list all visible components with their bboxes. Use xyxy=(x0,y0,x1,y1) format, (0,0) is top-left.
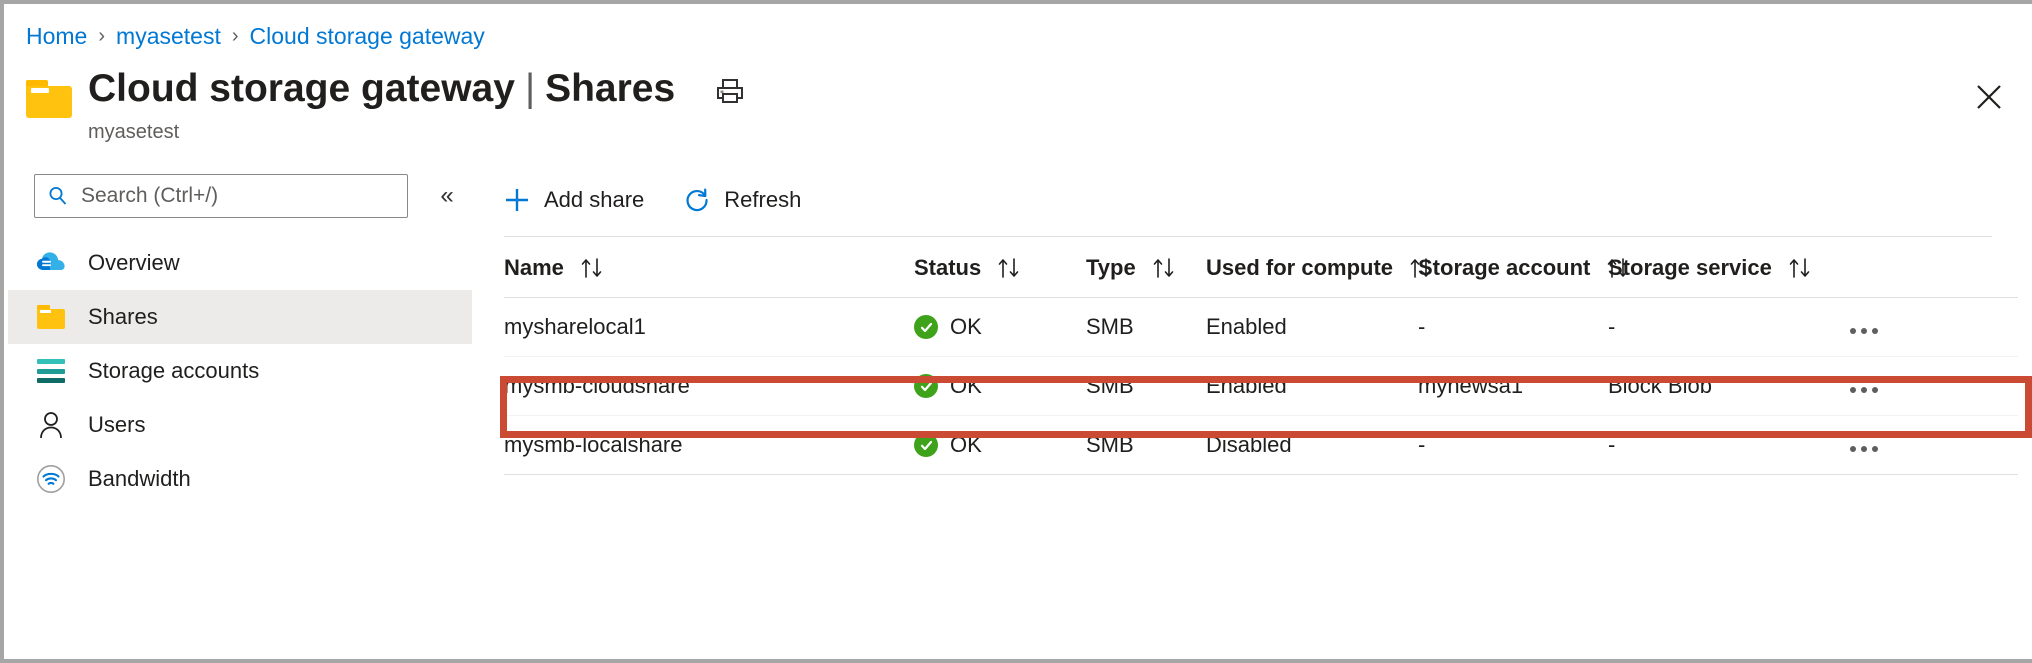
column-label: Type xyxy=(1086,255,1136,280)
cell-name[interactable]: mysmb-cloudshare xyxy=(504,356,914,416)
table-row[interactable]: mysmb-localshare OK SMB Disabled - - xyxy=(504,415,2018,475)
blade-title-area: Cloud storage gateway | Shares myasetest xyxy=(26,66,745,144)
table-row[interactable]: mysmb-cloudshare OK SMB Enabled mynewsa1… xyxy=(504,356,2018,416)
sort-arrows-icon[interactable] xyxy=(580,257,606,279)
cell-type: SMB xyxy=(1086,415,1206,475)
table-header-row: Name Status Type Used for compute Storag… xyxy=(504,237,2018,298)
cell-storage-account: - xyxy=(1418,415,1608,475)
breadcrumb-separator: › xyxy=(98,25,106,47)
refresh-button[interactable]: Refresh xyxy=(684,178,815,222)
column-header-actions xyxy=(1848,237,2018,298)
page-title-resource: Cloud storage gateway xyxy=(88,67,515,110)
check-circle-icon xyxy=(914,433,938,457)
plus-icon xyxy=(504,187,530,213)
status-label: OK xyxy=(950,432,982,457)
blade-content: Add share Refresh Name Status Type Used … xyxy=(504,174,2032,655)
search-box[interactable] xyxy=(34,174,408,218)
search-input[interactable] xyxy=(79,183,383,209)
column-header-storage-service[interactable]: Storage service xyxy=(1608,237,1848,298)
folder-icon xyxy=(26,80,72,118)
table-row[interactable]: mysharelocal1 OK SMB Enabled - - xyxy=(504,297,2018,357)
cell-type: SMB xyxy=(1086,297,1206,357)
cell-storage-account: mynewsa1 xyxy=(1418,356,1608,416)
search-icon xyxy=(47,185,69,207)
column-header-type[interactable]: Type xyxy=(1086,237,1206,298)
sidebar-item-overview[interactable]: Overview xyxy=(8,236,472,290)
status-label: OK xyxy=(950,314,982,339)
cell-status: OK xyxy=(914,356,1086,416)
column-header-used-for-compute[interactable]: Used for compute xyxy=(1206,237,1431,298)
sidebar-item-shares[interactable]: Shares xyxy=(8,290,472,344)
cell-type: SMB xyxy=(1086,356,1206,416)
bandwidth-icon xyxy=(34,464,68,494)
check-circle-icon xyxy=(914,315,938,339)
folder-icon xyxy=(34,302,68,332)
sort-arrows-icon[interactable] xyxy=(1152,257,1178,279)
sidebar-item-users[interactable]: Users xyxy=(8,398,472,452)
cell-storage-account: - xyxy=(1418,297,1608,357)
cell-storage-service: - xyxy=(1608,297,1848,357)
breadcrumb-item-myasetest[interactable]: myasetest xyxy=(116,22,221,50)
blade-sidebar: « Overview Shares xyxy=(8,174,472,655)
ellipsis-icon[interactable] xyxy=(1848,381,1880,399)
column-label: Storage service xyxy=(1608,255,1772,280)
sidebar-item-bandwidth[interactable]: Bandwidth xyxy=(8,452,472,506)
add-share-button[interactable]: Add share xyxy=(504,178,658,222)
status-label: OK xyxy=(950,373,982,398)
breadcrumb-separator: › xyxy=(231,25,239,47)
sort-arrows-icon[interactable] xyxy=(997,257,1023,279)
cell-used-for-compute: Disabled xyxy=(1206,415,1418,475)
add-share-label: Add share xyxy=(544,187,645,212)
check-circle-icon xyxy=(914,374,938,398)
cell-name[interactable]: mysharelocal1 xyxy=(504,297,914,357)
sidebar-item-label: Storage accounts xyxy=(88,358,260,383)
refresh-label: Refresh xyxy=(724,187,802,212)
sidebar-item-storage-accounts[interactable]: Storage accounts xyxy=(8,344,472,398)
cell-actions xyxy=(1848,415,2018,475)
sidebar-item-label: Shares xyxy=(88,304,158,329)
sort-arrows-icon[interactable] xyxy=(1788,257,1814,279)
sidebar-item-label: Overview xyxy=(88,250,180,275)
cell-used-for-compute: Enabled xyxy=(1206,356,1418,416)
cell-actions xyxy=(1848,356,2018,416)
column-header-name[interactable]: Name xyxy=(504,237,914,298)
sidebar-item-label: Users xyxy=(88,412,146,437)
cell-status: OK xyxy=(914,415,1086,475)
chevron-double-left-icon[interactable]: « xyxy=(430,179,464,213)
breadcrumb-item-cloud-storage-gateway[interactable]: Cloud storage gateway xyxy=(250,22,485,50)
close-icon[interactable] xyxy=(1968,76,2010,118)
print-icon[interactable] xyxy=(715,77,745,105)
breadcrumb-item-home[interactable]: Home xyxy=(26,22,87,50)
sidebar-item-label: Bandwidth xyxy=(88,466,191,491)
column-header-status[interactable]: Status xyxy=(914,237,1086,298)
column-header-storage-account[interactable]: Storage account xyxy=(1418,237,1628,298)
ellipsis-icon[interactable] xyxy=(1848,440,1880,458)
sidebar-search-row: « xyxy=(8,174,472,218)
cell-actions xyxy=(1848,297,2018,357)
page-subtitle: myasetest xyxy=(88,121,180,143)
page-title: Cloud storage gateway | Shares xyxy=(88,66,745,112)
command-bar: Add share Refresh xyxy=(504,174,2032,226)
breadcrumb: Home › myasetest › Cloud storage gateway xyxy=(26,22,485,50)
column-label: Used for compute xyxy=(1206,255,1394,280)
cell-name[interactable]: mysmb-localshare xyxy=(504,415,914,475)
page-title-section: Shares xyxy=(545,67,676,110)
column-label: Name xyxy=(504,255,564,280)
page-title-separator: | xyxy=(524,67,536,110)
storage-account-icon xyxy=(34,356,68,386)
ellipsis-icon[interactable] xyxy=(1848,322,1880,340)
user-icon xyxy=(34,410,68,440)
cell-status: OK xyxy=(914,297,1086,357)
column-label: Storage account xyxy=(1418,255,1591,280)
shares-table: Name Status Type Used for compute Storag… xyxy=(504,237,2018,475)
refresh-icon xyxy=(684,187,710,213)
cell-used-for-compute: Enabled xyxy=(1206,297,1418,357)
column-label: Status xyxy=(914,255,982,280)
sidebar-nav-list: Overview Shares Storage accounts Users B… xyxy=(8,236,472,506)
cell-storage-service: - xyxy=(1608,415,1848,475)
azure-portal-blade: Home › myasetest › Cloud storage gateway… xyxy=(0,0,2032,663)
cloud-icon xyxy=(34,248,68,278)
cell-storage-service: Block Blob xyxy=(1608,356,1848,416)
